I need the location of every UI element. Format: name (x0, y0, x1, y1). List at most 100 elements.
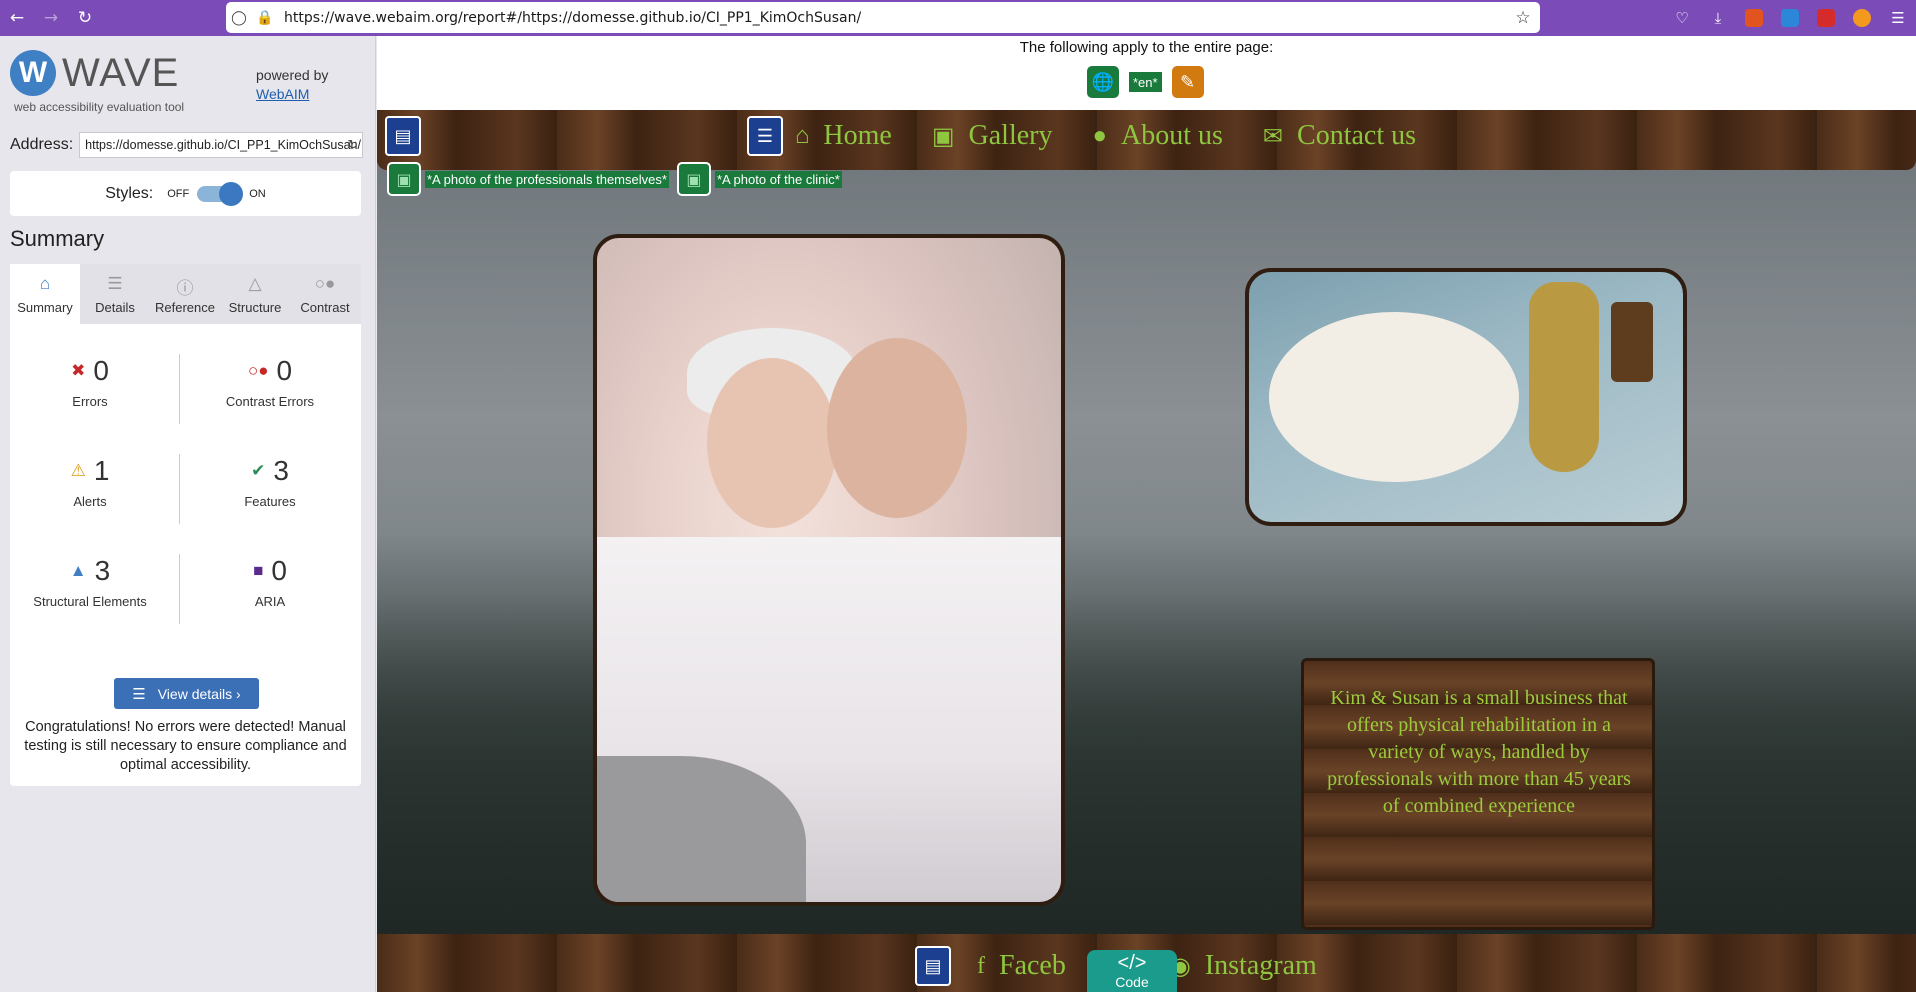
forward-icon[interactable]: → (34, 0, 68, 36)
address-bar[interactable]: ◯ 🔒 https://wave.webaim.org/report#/http… (226, 2, 1540, 33)
clinic-photo (1245, 268, 1687, 526)
nav-contact[interactable]: ✉ Contact us (1263, 120, 1416, 152)
wave-list-icon[interactable]: ☰ (747, 116, 783, 156)
congrats-message: Congratulations! No errors were detected… (24, 719, 347, 773)
tab-reference[interactable]: ⓘ Reference (150, 264, 220, 324)
language-badge[interactable]: *en* (1129, 72, 1162, 92)
address-reload-icon[interactable]: ↻ (347, 137, 358, 153)
alt-text-clinic: *A photo of the clinic* (714, 170, 842, 188)
stat-alerts[interactable]: ⚠ 1 Alerts (10, 452, 170, 509)
extension-icon-blue[interactable] (1772, 9, 1808, 27)
structural-label: Structural Elements (33, 594, 147, 609)
instagram-label: Instagram (1204, 950, 1317, 981)
pocket-icon[interactable]: ♡ (1664, 9, 1700, 27)
nav-home-label: Home (823, 120, 892, 151)
nav-about[interactable]: ● About us (1093, 120, 1223, 152)
alt-text-professionals: *A photo of the professionals themselves… (425, 170, 669, 188)
wave-tagline: web accessibility evaluation tool (14, 100, 185, 114)
nav-home[interactable]: ⌂ Home (795, 120, 892, 152)
summary-panel: ✖ 0 Errors ○● 0 Contrast Errors ⚠ 1 Alerts … (10, 324, 361, 786)
info-icon: ⓘ (176, 278, 194, 298)
contrast-errors-count: 0 (276, 355, 293, 386)
menu-icon[interactable]: ☰ (1880, 9, 1916, 27)
wave-logo[interactable]: W WAVE (10, 50, 179, 96)
aria-icon: ■ (253, 561, 264, 580)
divider (179, 454, 180, 524)
shield-icon[interactable]: ◯ (226, 10, 252, 26)
wave-brand-name: WAVE (62, 50, 180, 95)
browser-toolbar: ← → ↻ ◯ 🔒 https://wave.webaim.org/report… (0, 0, 1916, 36)
styles-off-label: OFF (167, 187, 190, 200)
tab-summary-label: Summary (17, 299, 73, 315)
features-label: Features (244, 494, 296, 509)
wave-logo-icon: W (10, 50, 56, 96)
address-row: Address: https://domesse.github.io/CI_PP… (10, 132, 364, 158)
back-icon[interactable]: ← (0, 0, 34, 36)
webaim-link[interactable]: WebAIM (256, 86, 309, 102)
about-textbox: Kim & Susan is a small business that off… (1301, 658, 1655, 930)
extension-icon-orange[interactable] (1736, 9, 1772, 27)
stat-aria[interactable]: ■ 0 ARIA (190, 552, 350, 609)
alt-text-icon[interactable]: ▣ (676, 162, 711, 196)
code-icon: </> (1117, 952, 1147, 974)
alerts-count: 1 (93, 455, 110, 486)
download-icon[interactable]: ⤓ (1700, 9, 1736, 27)
url-text[interactable]: https://wave.webaim.org/report#/https://… (278, 10, 1506, 26)
reload-icon[interactable]: ↻ (68, 0, 102, 36)
report-area: The following apply to the entire page: … (377, 36, 1916, 992)
structure-icon: ▲ (69, 561, 87, 580)
about-text: Kim & Susan is a small business that off… (1327, 687, 1631, 817)
view-details-label: View details › (157, 685, 241, 702)
instagram-link[interactable]: ◉ Instagram (1170, 950, 1317, 982)
facebook-link[interactable]: f Faceb (977, 950, 1066, 982)
toggle-knob[interactable] (219, 181, 244, 206)
extension-icon-red[interactable] (1808, 9, 1844, 27)
page-icons-row: 🌐 *en* ✎ (1087, 66, 1204, 98)
stat-contrast-errors[interactable]: ○● 0 Contrast Errors (190, 352, 350, 409)
wave-structure-icon[interactable]: ▤ (385, 116, 421, 156)
aria-label: ARIA (254, 594, 286, 609)
nav-gallery[interactable]: ▣ Gallery (932, 120, 1053, 152)
facebook-icon: f (977, 952, 985, 979)
code-tab-label: Code (1115, 974, 1149, 990)
extension-icon-firefox[interactable] (1844, 9, 1880, 27)
contrast-error-icon: ○● (247, 361, 269, 380)
star-icon[interactable]: ☆ (1506, 8, 1540, 28)
nav-contact-label: Contact us (1297, 120, 1417, 151)
styles-toggle[interactable] (197, 181, 244, 206)
divider (179, 354, 180, 424)
tab-details-label: Details (95, 299, 135, 315)
page-level-icons: The following apply to the entire page: … (377, 36, 1916, 110)
code-panel-tab[interactable]: </> Code (1087, 950, 1177, 992)
language-icon[interactable]: 🌐 (1087, 66, 1119, 98)
structural-count: 3 (94, 555, 111, 586)
contrast-icon: ○● (314, 273, 336, 293)
stat-errors[interactable]: ✖ 0 Errors (10, 352, 170, 409)
address-input[interactable]: https://domesse.github.io/CI_PP1_KimOchS… (79, 132, 364, 158)
lock-icon[interactable]: 🔒 (252, 10, 278, 26)
address-label: Address: (10, 136, 74, 153)
tab-structure[interactable]: △ Structure (220, 264, 290, 324)
alt-text-icon[interactable]: ▣ (387, 162, 421, 196)
list-icon: ☰ (107, 273, 123, 293)
toolbar-extensions: ♡ ⤓ ☰ (1664, 0, 1916, 36)
wave-structure-icon[interactable]: ▤ (915, 946, 951, 986)
facebook-label: Faceb (999, 950, 1066, 981)
list-icon: ☰ (132, 685, 146, 703)
stat-features[interactable]: ✔ 3 Features (190, 452, 350, 509)
summary-heading: Summary (10, 226, 105, 251)
tab-structure-label: Structure (228, 299, 282, 315)
tab-contrast[interactable]: ○● Contrast (290, 264, 360, 324)
alert-document-icon[interactable]: ✎ (1171, 66, 1204, 98)
site-preview: ▤ ☰ ⌂ Home ▣ Gallery ● About us ✉ Contac… (377, 110, 1916, 992)
site-header: ▤ ☰ ⌂ Home ▣ Gallery ● About us ✉ Contac… (377, 110, 1916, 170)
alerts-label: Alerts (73, 494, 107, 509)
errors-label: Errors (72, 394, 108, 409)
tab-contrast-label: Contrast (300, 299, 350, 315)
address-value[interactable]: https://domesse.github.io/CI_PP1_KimOchS… (85, 138, 361, 152)
view-details-button[interactable]: ☰ View details › (114, 678, 259, 709)
stat-structural[interactable]: ▲ 3 Structural Elements (10, 552, 170, 609)
alt-text-row: ▣ *A photo of the professionals themselv… (387, 162, 850, 196)
tab-summary[interactable]: ⌂ Summary (10, 264, 80, 324)
tab-details[interactable]: ☰ Details (80, 264, 150, 324)
